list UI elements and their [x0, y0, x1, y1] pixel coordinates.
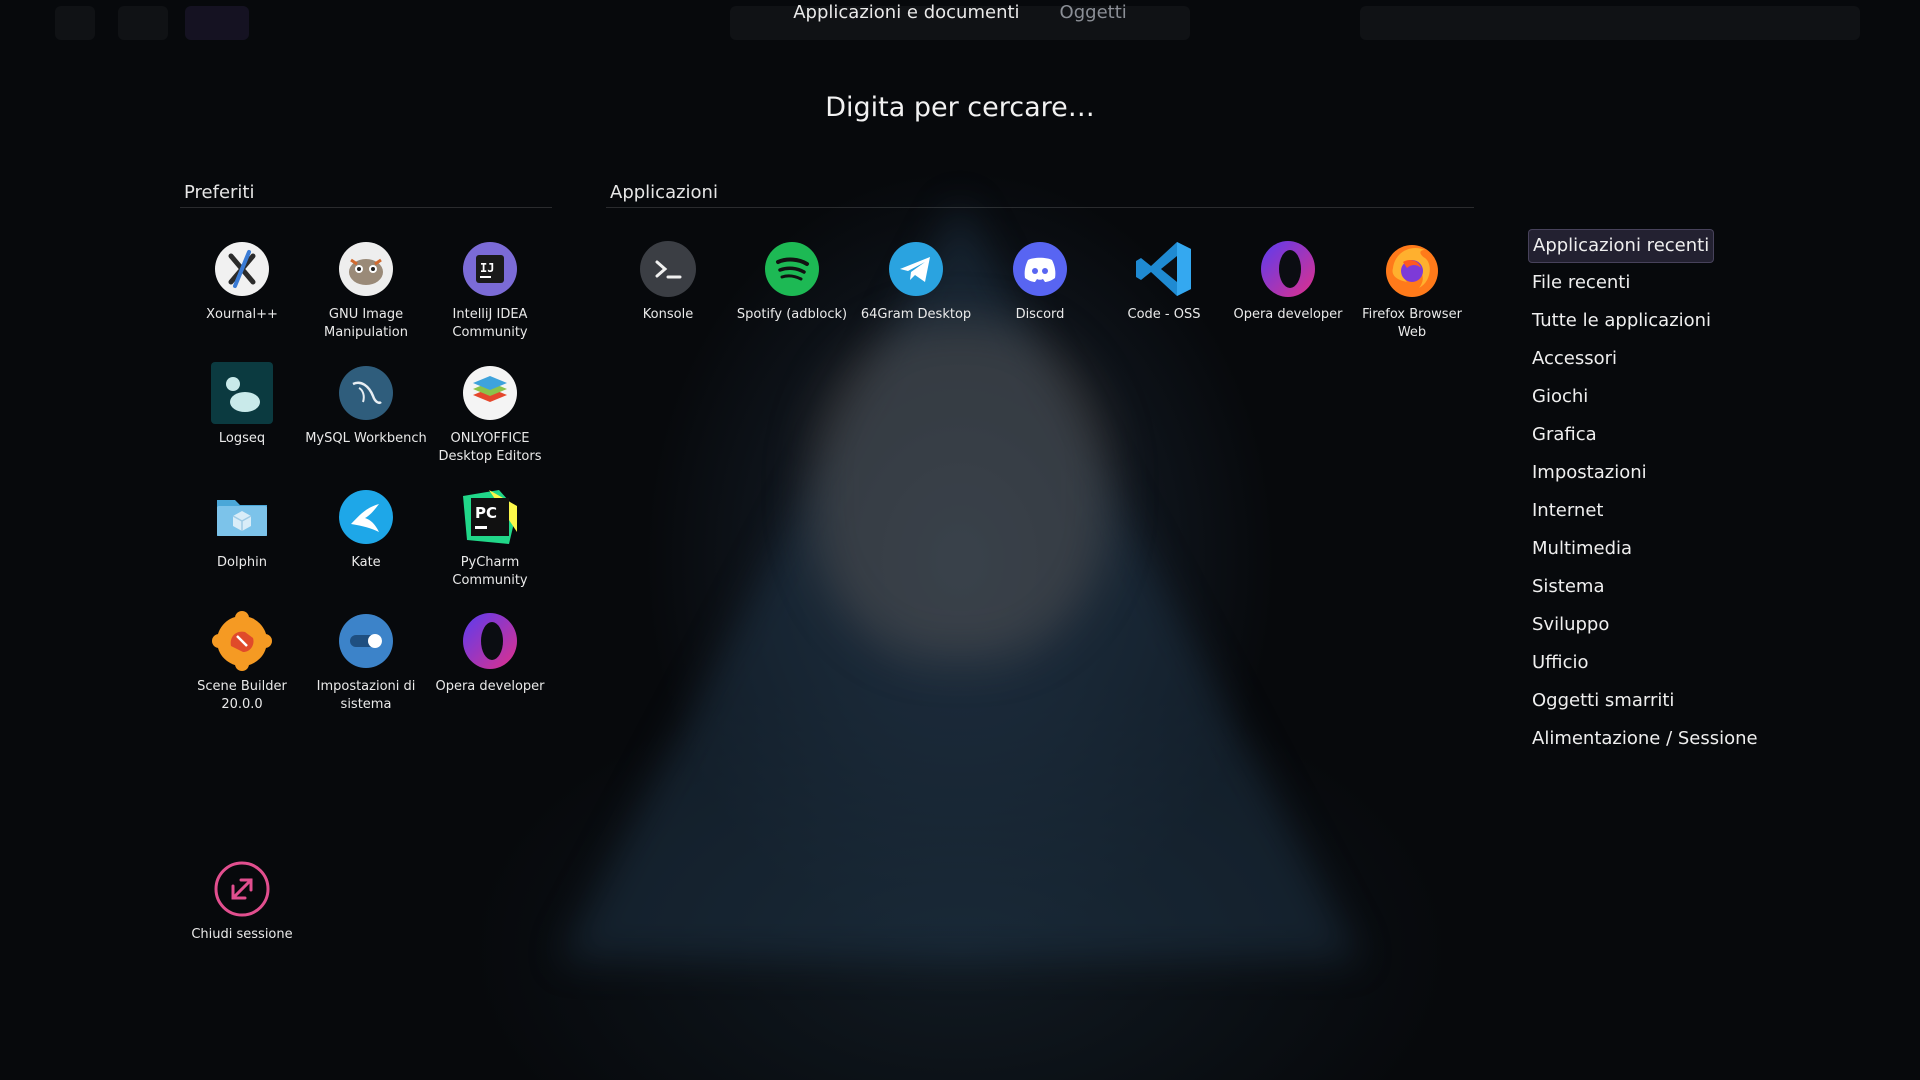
favorites-title: Preferiti	[184, 182, 255, 203]
xournal-icon	[211, 238, 273, 300]
app-label: Konsole	[642, 307, 694, 322]
app-label: Firefox Browser Web	[1362, 307, 1462, 340]
favorite-opera-developer[interactable]: Opera developer	[428, 610, 552, 696]
favorite-label: ONLYOFFICE Desktop Editors	[438, 431, 542, 464]
favorite-label: MySQL Workbench	[305, 431, 427, 446]
favorite-label: Opera developer	[435, 679, 545, 694]
category-multimedia[interactable]: Multimedia	[1528, 533, 1636, 565]
favorite-system-settings[interactable]: Impostazioni di sistema	[304, 610, 428, 714]
tab-objects[interactable]: Oggetti	[1058, 2, 1129, 30]
app-discord[interactable]: Discord	[978, 238, 1102, 324]
tab-applications-documents[interactable]: Applicazioni e documenti	[791, 2, 1021, 30]
app-label: Discord	[1015, 307, 1065, 322]
app-spotify[interactable]: Spotify (adblock)	[730, 238, 854, 324]
svg-text:IJ: IJ	[480, 261, 494, 275]
mysql-workbench-icon	[335, 362, 397, 424]
favorite-kate[interactable]: Kate	[304, 486, 428, 572]
category-recent-apps[interactable]: Applicazioni recenti	[1528, 229, 1715, 263]
category-recent-files[interactable]: File recenti	[1528, 267, 1634, 299]
logout-label: Chiudi sessione	[191, 927, 293, 942]
firefox-icon	[1381, 238, 1443, 300]
app-code-oss[interactable]: Code - OSS	[1102, 238, 1226, 324]
category-system[interactable]: Sistema	[1528, 571, 1609, 603]
app-64gram[interactable]: 64Gram Desktop	[854, 238, 978, 324]
wallpaper-figure	[810, 320, 1110, 660]
category-list: Applicazioni recenti File recenti Tutte …	[1528, 229, 1788, 761]
svg-text:PC: PC	[475, 504, 497, 522]
app-label: Opera developer	[1233, 307, 1343, 322]
vscode-icon	[1133, 238, 1195, 300]
category-internet[interactable]: Internet	[1528, 495, 1607, 527]
kate-icon	[335, 486, 397, 548]
favorite-label: GNU Image Manipulation	[323, 307, 408, 340]
category-settings[interactable]: Impostazioni	[1528, 457, 1651, 489]
launcher-overlay: Applicazioni e documenti Oggetti Digita …	[0, 0, 1920, 1080]
app-label: Code - OSS	[1127, 307, 1201, 322]
category-all-apps[interactable]: Tutte le applicazioni	[1528, 305, 1715, 337]
favorite-dolphin[interactable]: Dolphin	[180, 486, 304, 572]
applications-title: Applicazioni	[610, 182, 718, 203]
favorite-mysql-workbench[interactable]: MySQL Workbench	[304, 362, 428, 448]
favorite-label: Kate	[351, 555, 381, 570]
favorite-logseq[interactable]: Logseq	[180, 362, 304, 448]
opera-icon	[1257, 238, 1319, 300]
gimp-icon	[335, 238, 397, 300]
logseq-icon	[211, 362, 273, 424]
favorite-scene-builder[interactable]: Scene Builder 20.0.0	[180, 610, 304, 714]
favorite-pycharm[interactable]: PC PyCharm Community	[428, 486, 552, 590]
favorite-label: Dolphin	[217, 555, 267, 570]
favorite-onlyoffice[interactable]: ONLYOFFICE Desktop Editors	[428, 362, 552, 466]
opera-icon	[459, 610, 521, 672]
category-games[interactable]: Giochi	[1528, 381, 1592, 413]
logout-button[interactable]: Chiudi sessione	[180, 858, 304, 944]
logout-icon	[211, 858, 273, 920]
favorite-label: Impostazioni di sistema	[316, 679, 416, 712]
tab-bar: Applicazioni e documenti Oggetti	[0, 2, 1920, 30]
category-graphics[interactable]: Grafica	[1528, 419, 1601, 451]
favorite-label: PyCharm Community	[452, 555, 528, 588]
category-lost-found[interactable]: Oggetti smarriti	[1528, 685, 1678, 717]
app-konsole[interactable]: Konsole	[606, 238, 730, 324]
favorite-xournal[interactable]: Xournal++	[180, 238, 304, 324]
favorites-divider	[180, 207, 552, 208]
favorite-intellij[interactable]: IJ IntelliJ IDEA Community	[428, 238, 552, 342]
konsole-icon	[637, 238, 699, 300]
category-development[interactable]: Sviluppo	[1528, 609, 1613, 641]
favorite-label: Logseq	[218, 431, 266, 446]
favorite-label: Scene Builder 20.0.0	[197, 679, 287, 712]
favorite-label: IntelliJ IDEA Community	[452, 307, 528, 340]
spotify-icon	[761, 238, 823, 300]
category-accessories[interactable]: Accessori	[1528, 343, 1621, 375]
onlyoffice-icon	[459, 362, 521, 424]
category-office[interactable]: Ufficio	[1528, 647, 1593, 679]
telegram-icon	[885, 238, 947, 300]
favorite-label: Xournal++	[206, 307, 278, 322]
system-settings-icon	[335, 610, 397, 672]
app-label: Spotify (adblock)	[736, 307, 848, 322]
intellij-icon: IJ	[459, 238, 521, 300]
favorite-gimp[interactable]: GNU Image Manipulation	[304, 238, 428, 342]
scene-builder-icon	[211, 610, 273, 672]
discord-icon	[1009, 238, 1071, 300]
search-prompt[interactable]: Digita per cercare…	[0, 92, 1920, 123]
applications-divider	[606, 207, 1474, 208]
app-firefox[interactable]: Firefox Browser Web	[1350, 238, 1474, 342]
dolphin-folder-icon	[211, 486, 273, 548]
app-label: 64Gram Desktop	[860, 307, 972, 322]
category-power-session[interactable]: Alimentazione / Sessione	[1528, 723, 1762, 755]
pycharm-icon: PC	[459, 486, 521, 548]
app-opera-developer[interactable]: Opera developer	[1226, 238, 1350, 324]
